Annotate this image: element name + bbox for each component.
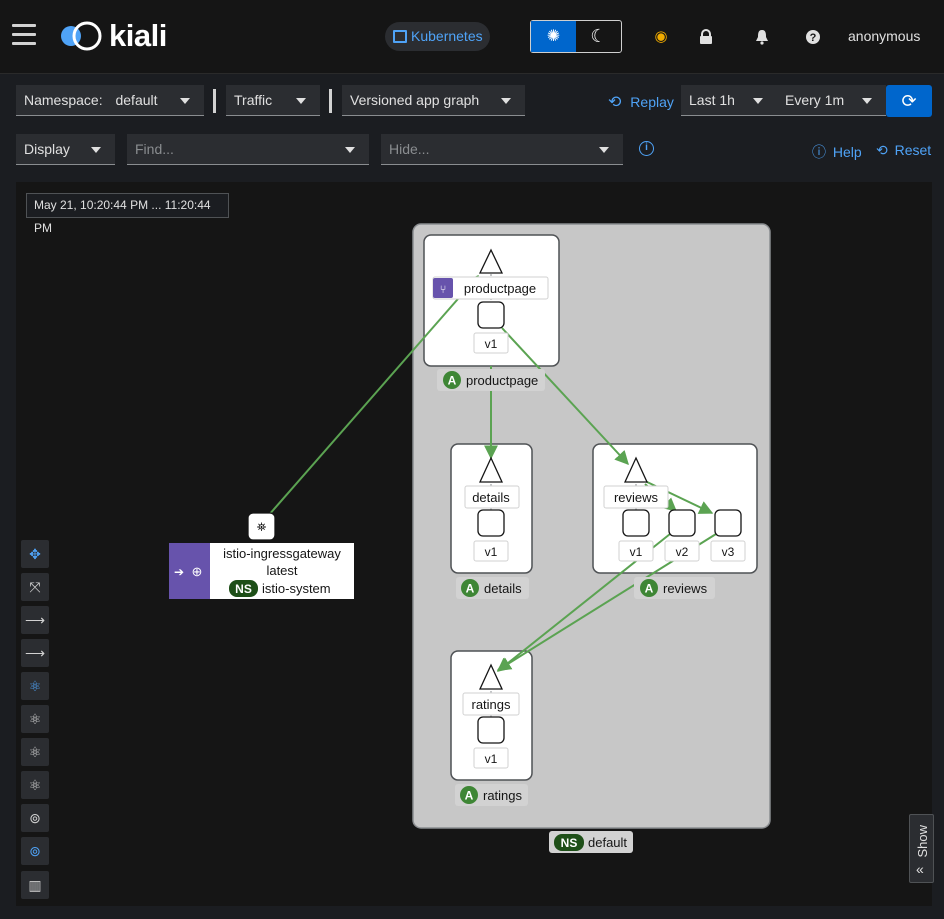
service-label-ratings: ratings xyxy=(471,697,511,712)
pan-icon[interactable]: ✥ xyxy=(21,540,49,568)
version-label: v1 xyxy=(485,752,498,766)
workload-node-reviews-v1[interactable] xyxy=(622,509,650,537)
layout-3-icon[interactable]: ⚛ xyxy=(21,771,49,799)
workload-node-details-v1[interactable] xyxy=(477,509,505,537)
zoom-out-icon[interactable]: ⟶ xyxy=(21,639,49,667)
zoom-in-icon[interactable]: ⟶ xyxy=(21,606,49,634)
layout-2-icon[interactable]: ⚛ xyxy=(21,738,49,766)
app-name: ratings xyxy=(483,788,523,803)
ingress-namespace: istio-system xyxy=(262,581,331,596)
app-name: productpage xyxy=(466,373,538,388)
app-name: details xyxy=(484,581,522,596)
workload-node-productpage-v1[interactable] xyxy=(477,301,505,329)
layout-default-icon[interactable]: ⚛ xyxy=(21,672,49,700)
namespace-layout-icon[interactable]: ⊚ xyxy=(21,804,49,832)
service-label-productpage: productpage xyxy=(464,281,536,296)
namespace-name: default xyxy=(588,835,627,850)
namespace-layout-active-icon[interactable]: ⊚ xyxy=(21,837,49,865)
namespace-badge: NS xyxy=(561,836,578,850)
gateway-icon: ⛯ xyxy=(257,520,267,534)
workload-node-ratings-v1[interactable] xyxy=(477,716,505,744)
show-legend-button[interactable]: Show « xyxy=(909,814,934,883)
version-label: v1 xyxy=(485,545,498,559)
app-badge: A xyxy=(466,582,475,596)
version-label: v3 xyxy=(722,545,735,559)
app-name: reviews xyxy=(663,581,708,596)
layout-1-icon[interactable]: ⚛ xyxy=(21,705,49,733)
service-label-reviews: reviews xyxy=(614,490,659,505)
legend-map-icon[interactable]: ▥ xyxy=(21,871,49,899)
app-badge: A xyxy=(465,789,474,803)
ingress-version: latest xyxy=(266,563,297,578)
app-badge: A xyxy=(645,582,654,596)
version-label: v2 xyxy=(676,545,689,559)
namespace-badge: NS xyxy=(235,582,252,596)
workload-node-reviews-v2[interactable] xyxy=(668,509,696,537)
service-label-details: details xyxy=(472,490,510,505)
show-label: Show xyxy=(915,825,930,858)
version-label: v1 xyxy=(485,337,498,351)
arrow-right-icon: ➔ xyxy=(174,565,184,579)
globe-icon: ⊕ xyxy=(192,564,203,579)
ingress-name: istio-ingressgateway xyxy=(223,546,341,561)
version-label: v1 xyxy=(630,545,643,559)
fit-to-screen-icon[interactable]: ⤧ xyxy=(21,573,49,601)
virtual-service-glyph: ⑂ xyxy=(440,284,447,296)
double-chevron-left-icon: « xyxy=(916,861,924,877)
app-badge: A xyxy=(448,374,457,388)
workload-node-reviews-v3[interactable] xyxy=(714,509,742,537)
service-graph: ⑂ productpage details reviews ratings v1… xyxy=(169,223,771,853)
